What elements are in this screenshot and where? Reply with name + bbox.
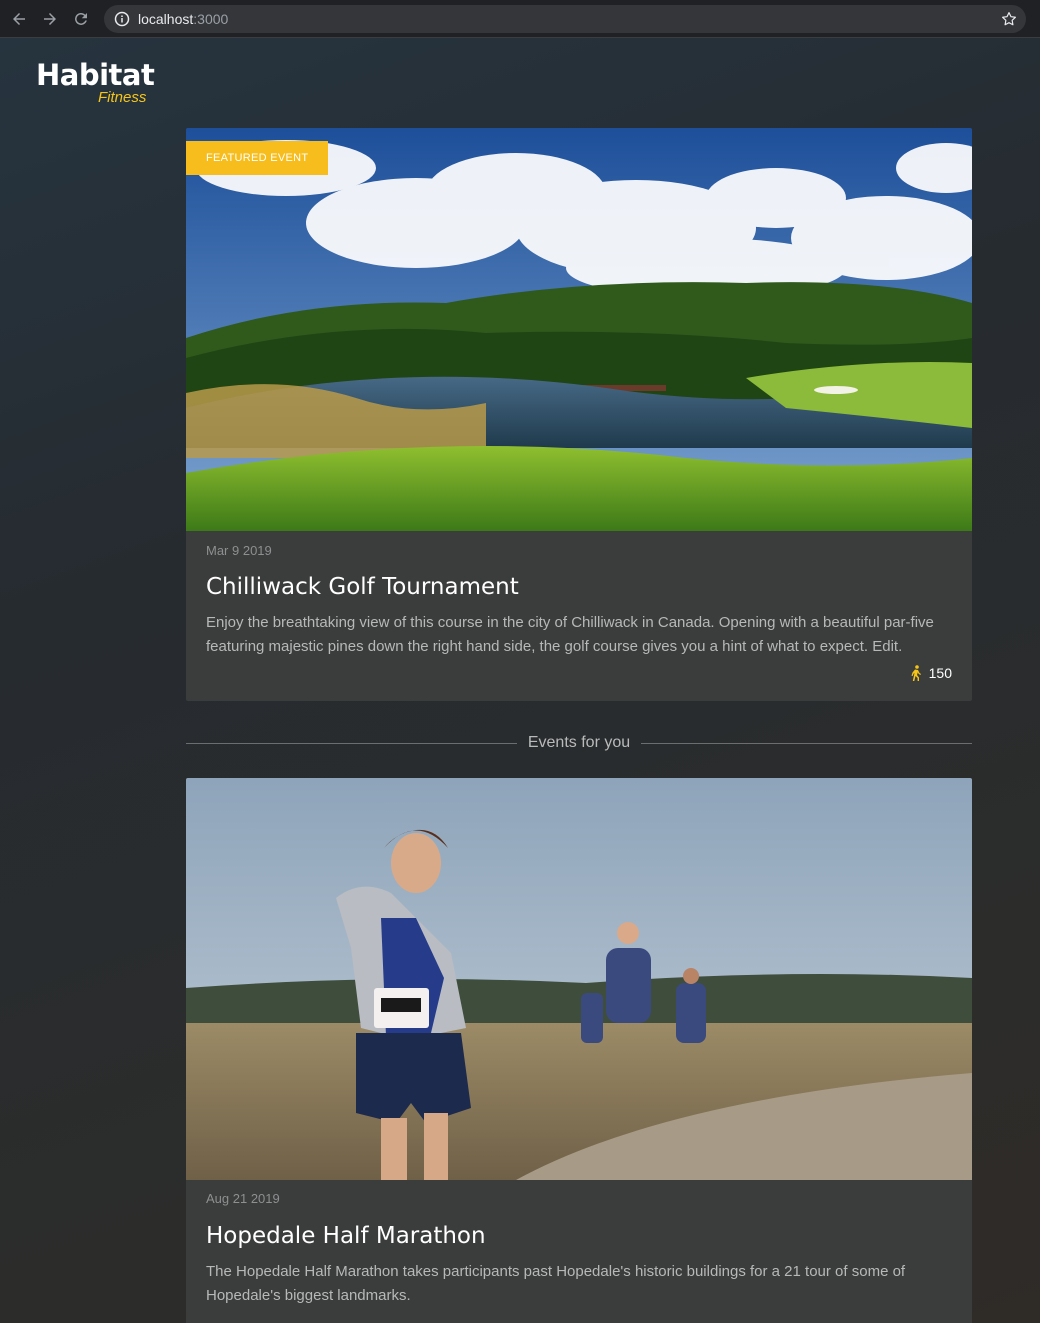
logo-sub-text: Fitness [98,89,147,106]
arrow-left-icon [13,12,25,25]
page-content: Habitat Fitness FEATURED EVENT 150 Mar 9… [0,38,1040,1323]
event-date: Aug 21 2019 [206,1191,280,1206]
marathon-runners-image [186,778,972,1180]
section-heading: Events for you [527,734,631,751]
section-divider: Events for you [186,731,972,755]
logo-main-text: Habitat [36,58,155,92]
address-bar[interactable]: localhost:3000 [104,5,1026,33]
divider-line-left [186,742,517,744]
back-button[interactable] [7,7,31,31]
featured-event-badge: FEATURED EVENT [186,141,329,175]
url-text: localhost:3000 [138,11,228,27]
event-card[interactable]: Aug 21 2019 Hopedale Half Marathon The H… [186,778,972,1323]
event-title[interactable]: Hopedale Half Marathon [206,1223,486,1249]
arrow-right-icon [44,12,56,25]
browser-toolbar: localhost:3000 [0,0,1040,38]
event-description: The Hopedale Half Marathon takes partici… [206,1263,906,1304]
url-port: :3000 [193,11,229,27]
url-host: localhost [138,11,194,27]
logo[interactable]: Habitat Fitness [36,58,166,108]
star-icon[interactable] [1000,10,1018,28]
forward-button[interactable] [38,7,62,31]
info-icon [114,11,130,27]
golf-course-image [186,128,972,531]
attendee-count: 150 [909,665,952,681]
event-title[interactable]: Chilliwack Golf Tournament [206,574,519,600]
featured-event-card[interactable]: FEATURED EVENT 150 Mar 9 2019 Chilliwack… [186,128,972,701]
divider-line-right [641,742,972,744]
walking-person-icon [911,665,921,681]
reload-button[interactable] [69,7,93,31]
event-date: Mar 9 2019 [206,543,272,558]
event-description: Enjoy the breathtaking view of this cour… [206,614,934,655]
attendee-count-text: 150 [928,665,952,681]
reload-icon [75,12,87,25]
